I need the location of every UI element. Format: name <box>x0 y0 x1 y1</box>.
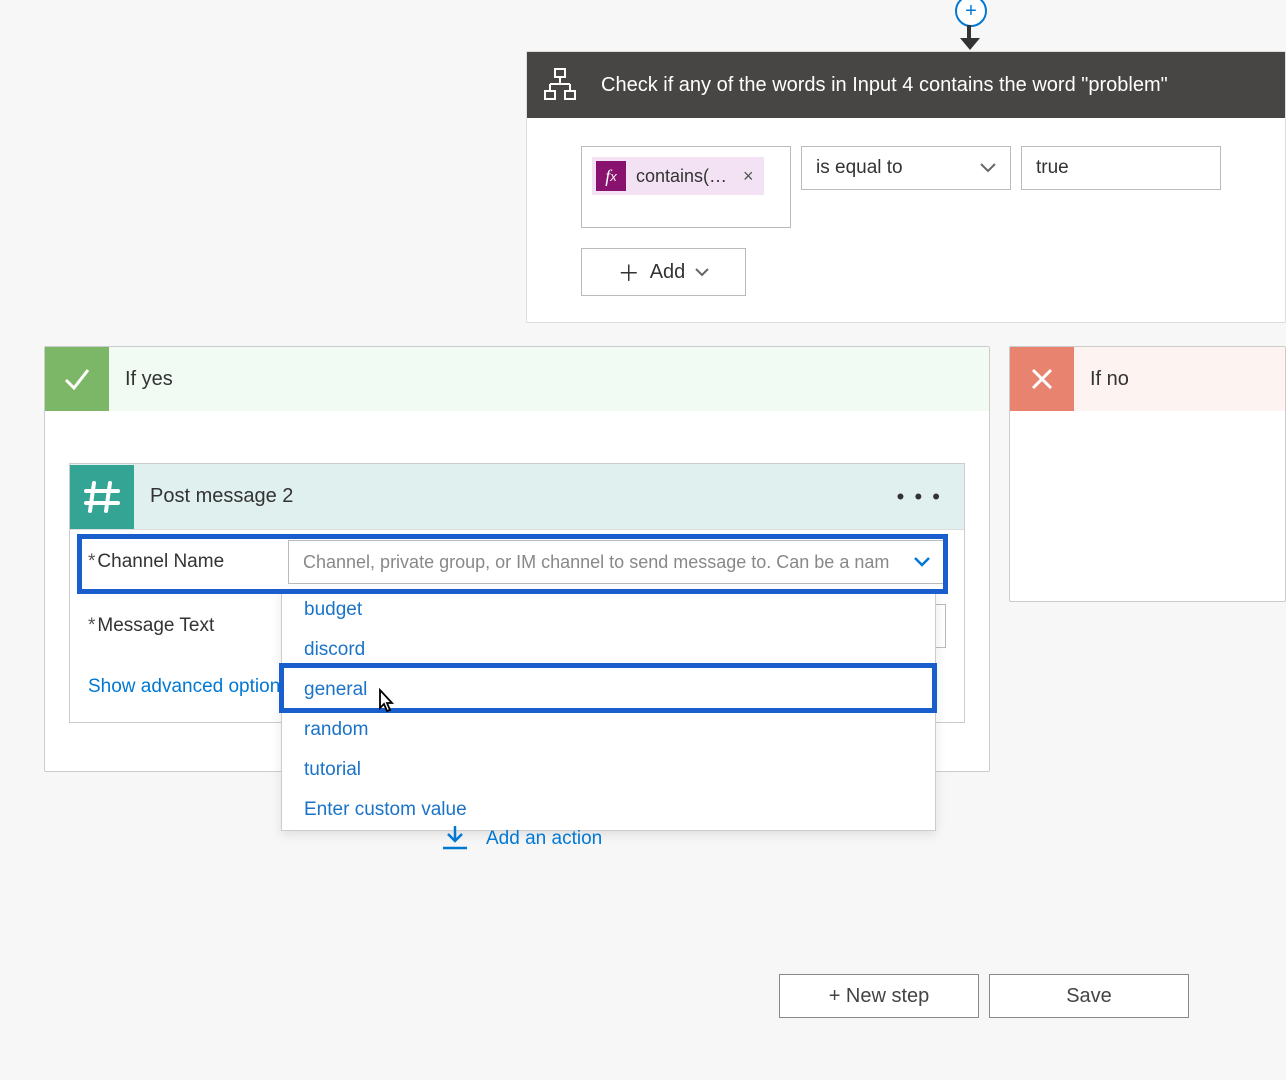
close-icon <box>1010 347 1074 411</box>
channel-name-select[interactable]: Channel, private group, or IM channel to… <box>288 540 946 584</box>
dropdown-option-discord[interactable]: discord <box>282 630 935 670</box>
expression-token-label: contains(… <box>636 166 727 187</box>
dropdown-option-tutorial[interactable]: tutorial <box>282 750 935 790</box>
new-step-button[interactable]: + New step <box>779 974 979 1018</box>
plus-icon: + <box>965 1 977 21</box>
condition-rule-row: fx contains(… × is equal to true <box>581 146 1257 228</box>
operator-value: is equal to <box>816 157 903 179</box>
channel-name-label: *Channel Name <box>88 551 278 573</box>
dropdown-enter-custom[interactable]: Enter custom value <box>282 790 935 830</box>
add-condition-button[interactable]: ＋ Add <box>581 248 746 296</box>
dropdown-option-budget[interactable]: budget <box>282 590 935 630</box>
add-condition-label: Add <box>650 261 686 284</box>
message-text-label: *Message Text <box>88 615 278 637</box>
condition-operator-select[interactable]: is equal to <box>801 146 1011 190</box>
dropdown-option-general[interactable]: general <box>282 670 935 710</box>
flow-connector-arrowhead-icon <box>960 38 980 50</box>
condition-body: fx contains(… × is equal to true ＋ Add <box>527 118 1285 322</box>
save-button[interactable]: Save <box>989 974 1189 1018</box>
chevron-down-icon <box>980 163 996 173</box>
remove-token-button[interactable]: × <box>743 166 754 187</box>
add-action-link[interactable]: Add an action <box>440 826 602 852</box>
dropdown-option-random[interactable]: random <box>282 710 935 750</box>
expression-token[interactable]: fx contains(… × <box>592 157 764 195</box>
condition-right-operand[interactable]: true <box>1021 146 1221 190</box>
condition-value-text: true <box>1036 157 1069 179</box>
condition-icon <box>527 52 593 118</box>
channel-placeholder: Channel, private group, or IM channel to… <box>303 552 889 573</box>
chevron-down-icon <box>913 556 931 568</box>
if-yes-label: If yes <box>109 368 173 391</box>
condition-card[interactable]: Check if any of the words in Input 4 con… <box>526 51 1286 323</box>
insert-step-button[interactable]: + <box>955 0 987 27</box>
check-icon <box>45 347 109 411</box>
channel-name-row: *Channel Name Channel, private group, or… <box>70 530 964 594</box>
chevron-down-icon <box>695 268 709 277</box>
slack-hash-icon <box>70 465 134 529</box>
condition-left-operand[interactable]: fx contains(… × <box>581 146 791 228</box>
action-header[interactable]: Post message 2 • • • <box>70 464 964 530</box>
plus-icon: ＋ <box>618 256 640 288</box>
fx-icon: fx <box>596 161 626 191</box>
if-no-header[interactable]: If no <box>1010 347 1285 411</box>
add-action-icon <box>440 826 470 852</box>
action-menu-button[interactable]: • • • <box>875 484 964 510</box>
if-no-label: If no <box>1074 368 1129 391</box>
channel-dropdown-list[interactable]: budget discord general random tutorial E… <box>281 589 936 831</box>
condition-title: Check if any of the words in Input 4 con… <box>593 74 1168 97</box>
if-yes-header[interactable]: If yes <box>45 347 989 411</box>
action-title: Post message 2 <box>134 485 875 508</box>
if-no-branch: If no <box>1009 346 1286 602</box>
condition-header[interactable]: Check if any of the words in Input 4 con… <box>527 52 1285 118</box>
add-action-label: Add an action <box>486 828 602 850</box>
